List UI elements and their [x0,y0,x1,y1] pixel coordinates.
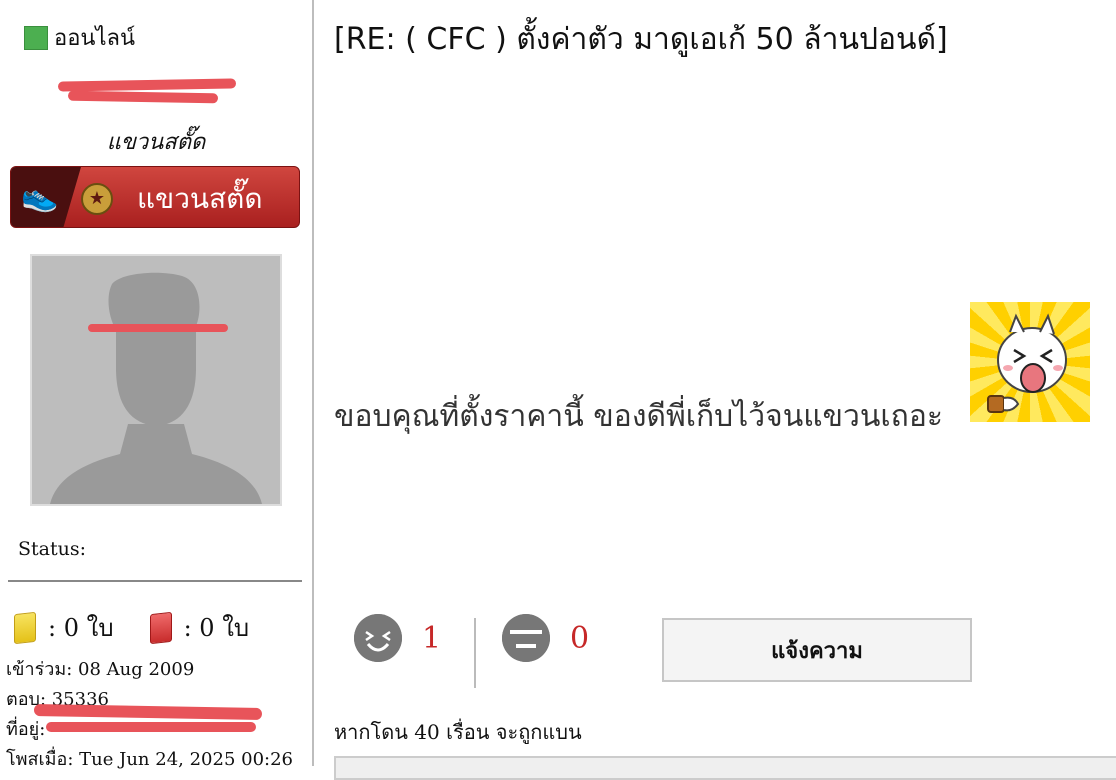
cheering-emoticon-icon [970,302,1090,422]
location-label: ที่อยู่ [6,719,40,740]
online-label: ออนไลน์ [54,26,136,51]
warning-suffix: เรื่อน จะถูกแบน [446,720,582,744]
status-label: Status: [18,538,87,560]
joined-value: : 08 Aug 2009 [66,659,195,680]
posted-label: โพสเมื่อ [6,749,68,770]
yellow-card-icon [14,611,36,644]
yellow-card-count: : 0 ใบ [48,614,114,642]
posted-info: โพสเมื่อ: Tue Jun 24, 2025 00:26 [6,744,293,773]
redaction-mark [57,78,237,92]
avatar[interactable] [30,254,282,506]
post-content: [RE: ( CFC ) ตั้งค่าตัว มาดูเอเก้ 50 ล้า… [316,0,1116,780]
red-card-icon [149,611,172,644]
star-icon: ★ [81,183,113,215]
post-body: ขอบคุณที่ตั้งราคานี้ ของดีพี่เก็บไว้จนแข… [334,399,943,434]
laugh-face-icon [354,614,402,662]
vote-up-button[interactable]: 1 [354,614,441,662]
redaction-mark [67,90,219,104]
card-counts: : 0 ใบ : 0 ใบ [14,608,249,647]
report-button[interactable]: แจ้งความ [662,618,972,682]
redaction-mark [88,324,228,332]
location-info: ที่อยู่: [6,714,45,743]
avatar-silhouette-icon [32,256,280,504]
boot-icon: 👟 [21,179,59,214]
user-sidebar: ออนไลน์ แขวนสตั๊ด 👟 ★ แขวนสตั๊ด Status: … [0,0,314,770]
joined-info: เข้าร่วม: 08 Aug 2009 [6,654,194,683]
reply-box[interactable] [334,756,1116,780]
sidebar-divider [8,580,302,582]
online-status: ออนไลน์ [24,20,135,55]
rank-badge: 👟 ★ แขวนสตั๊ด [10,166,300,228]
username[interactable] [57,76,237,108]
redaction-mark [46,722,256,732]
rank-badge-label: แขวนสตั๊ด [137,182,263,215]
redaction-mark [33,704,263,720]
warning-prefix: หากโดน [334,720,408,744]
vote-divider [474,618,476,688]
ban-warning: หากโดน 40 เรื่อน จะถูกแบน [334,716,582,748]
post-title: [RE: ( CFC ) ตั้งค่าตัว มาดูเอเก้ 50 ล้า… [334,22,948,57]
vote-up-count: 1 [422,620,442,656]
sad-face-icon [502,614,550,662]
warning-count: 40 [414,720,440,744]
location-value: : [39,719,46,740]
online-status-icon [24,25,48,50]
vote-down-count: 0 [570,620,590,656]
red-card-count: : 0 ใบ [183,614,250,642]
rank-title: แขวนสตั๊ด [106,130,206,155]
emoticon-graphic [987,313,1067,413]
vote-down-button[interactable]: 0 [502,614,589,662]
joined-label: เข้าร่วม [6,659,67,680]
posted-value: : Tue Jun 24, 2025 00:26 [67,749,293,770]
